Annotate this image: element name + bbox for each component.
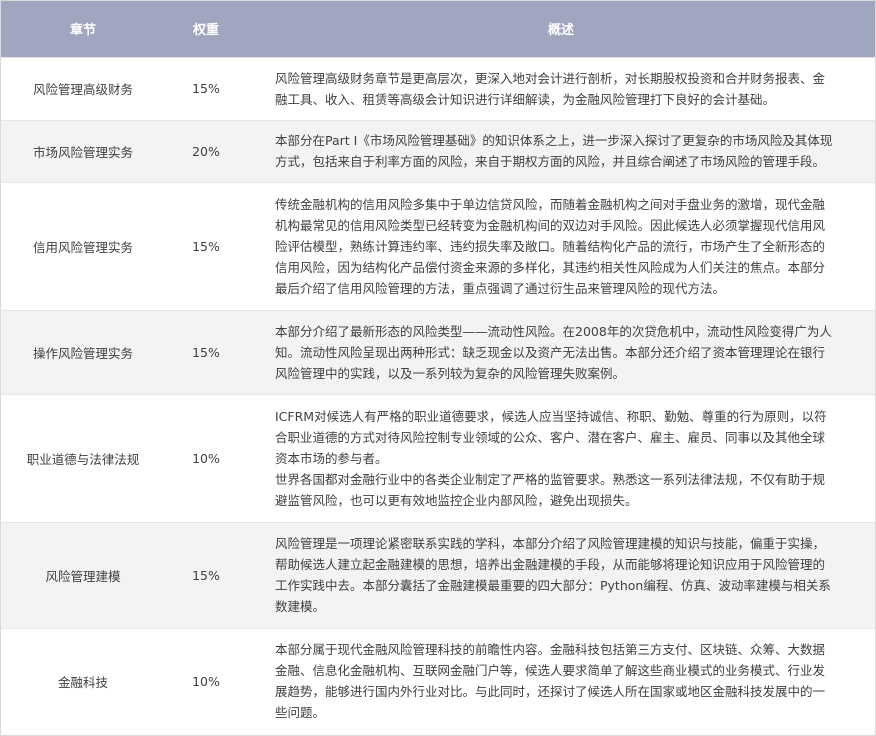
table-body: 风险管理高级财务 15% 风险管理高级财务章节是更高层次，更深入地对会计进行剖析… (1, 56, 875, 734)
table-row: 风险管理建模 15% 风险管理是一项理论紧密联系实践的学科，本部分介绍了风险管理… (1, 521, 875, 628)
overview-paragraph: 本部分属于现代金融风险管理科技的前瞻性内容。金融科技包括第三方支付、区块链、众筹… (275, 642, 826, 721)
syllabus-table: 章节 权重 概述 风险管理高级财务 15% 风险管理高级财务章节是更高层次，更深… (1, 1, 875, 734)
overview-paragraph: 传统金融机构的信用风险多集中于单边信贷风险，而随着金融机构之间对手盘业务的激增，… (275, 196, 826, 296)
table-row: 金融科技 10% 本部分属于现代金融风险管理科技的前瞻性内容。金融科技包括第三方… (1, 627, 875, 734)
chapter-cell: 职业道德与法律法规 (1, 393, 165, 522)
header-overview: 概述 (547, 23, 574, 39)
overview-cell: 本部分介绍了最新形态的风险类型——流动性风险。在2008年的次贷危机中，流动性风… (247, 309, 875, 394)
overview-paragraph: 世界各国都对金融行业中的各类企业制定了严格的监管要求。熟悉这一系列法律法规，不仅… (275, 471, 826, 508)
table-row: 职业道德与法律法规 10% ICFRM对候选人有严格的职业道德要求，候选人应当坚… (1, 393, 875, 522)
table-row: 操作风险管理实务 15% 本部分介绍了最新形态的风险类型——流动性风险。在200… (1, 309, 875, 394)
table-row: 信用风险管理实务 15% 传统金融机构的信用风险多集中于单边信贷风险，而随着金融… (1, 181, 875, 310)
table-header: 章节 权重 概述 (1, 1, 875, 57)
overview-cell: 本部分属于现代金融风险管理科技的前瞻性内容。金融科技包括第三方支付、区块链、众筹… (247, 627, 875, 734)
weight-cell: 15% (165, 56, 247, 120)
header-row: 章节 权重 概述 (1, 1, 875, 57)
chapter-cell: 金融科技 (1, 627, 165, 734)
overview-cell: ICFRM对候选人有严格的职业道德要求，候选人应当坚持诚信、称职、勤勉、尊重的行… (247, 393, 875, 522)
weight-cell: 15% (165, 309, 247, 394)
chapter-cell: 风险管理建模 (1, 521, 165, 628)
chapter-cell: 风险管理高级财务 (1, 56, 165, 120)
content-table-container: 章节 权重 概述 风险管理高级财务 15% 风险管理高级财务章节是更高层次，更深… (0, 0, 876, 736)
overview-cell: 本部分在Part I《市场风险管理基础》的知识体系之上，进一步深入探讨了更复杂的… (247, 119, 875, 182)
weight-cell: 15% (165, 181, 247, 310)
table-row: 市场风险管理实务 20% 本部分在Part I《市场风险管理基础》的知识体系之上… (1, 119, 875, 182)
overview-paragraph: 风险管理高级财务章节是更高层次，更深入地对会计进行剖析，对长期股权投资和合并财务… (275, 70, 826, 107)
header-chapter: 章节 (69, 23, 96, 39)
overview-paragraph: 风险管理是一项理论紧密联系实践的学科，本部分介绍了风险管理建模的知识与技能，偏重… (275, 536, 831, 614)
chapter-cell: 操作风险管理实务 (1, 309, 165, 394)
overview-paragraph: ICFRM对候选人有严格的职业道德要求，候选人应当坚持诚信、称职、勤勉、尊重的行… (275, 408, 827, 466)
weight-cell: 10% (165, 393, 247, 522)
chapter-cell: 市场风险管理实务 (1, 119, 165, 182)
table-row: 风险管理高级财务 15% 风险管理高级财务章节是更高层次，更深入地对会计进行剖析… (1, 56, 875, 120)
weight-cell: 15% (165, 521, 247, 628)
overview-paragraph: 本部分介绍了最新形态的风险类型——流动性风险。在2008年的次贷危机中，流动性风… (275, 323, 832, 381)
chapter-cell: 信用风险管理实务 (1, 181, 165, 310)
header-weight: 权重 (192, 23, 219, 39)
weight-cell: 20% (165, 119, 247, 182)
weight-cell: 10% (165, 627, 247, 734)
overview-cell: 传统金融机构的信用风险多集中于单边信贷风险，而随着金融机构之间对手盘业务的激增，… (247, 181, 875, 310)
overview-paragraph: 本部分在Part I《市场风险管理基础》的知识体系之上，进一步深入探讨了更复杂的… (275, 133, 833, 169)
overview-cell: 风险管理是一项理论紧密联系实践的学科，本部分介绍了风险管理建模的知识与技能，偏重… (247, 521, 875, 628)
overview-cell: 风险管理高级财务章节是更高层次，更深入地对会计进行剖析，对长期股权投资和合并财务… (247, 56, 875, 120)
